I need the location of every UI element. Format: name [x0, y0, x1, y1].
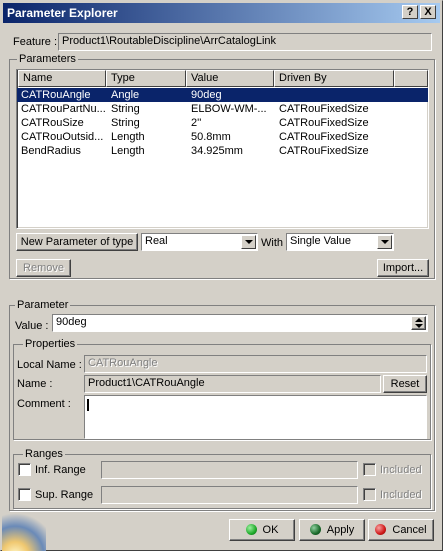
properties-group-title: Properties: [23, 338, 78, 350]
ok-button[interactable]: OK: [229, 519, 295, 541]
table-row[interactable]: CATRouOutsid... Length 50.8mm CATRouFixe…: [17, 130, 428, 144]
close-button[interactable]: X: [420, 5, 436, 19]
chevron-down-icon[interactable]: [377, 235, 392, 249]
inf-range-field: [101, 461, 358, 479]
apply-button[interactable]: Apply: [299, 519, 365, 541]
ok-icon: [245, 524, 257, 535]
cancel-button[interactable]: Cancel: [368, 519, 434, 541]
cell-type: Angle: [111, 89, 140, 101]
parameter-explorer-window: Parameter Explorer ? X Feature : Product…: [0, 0, 443, 551]
reset-button[interactable]: Reset: [383, 375, 427, 393]
window-title: Parameter Explorer: [7, 6, 118, 20]
table-row[interactable]: BendRadius Length 34.925mm CATRouFixedSi…: [17, 144, 428, 158]
cell-value: ELBOW-WM-...: [191, 103, 267, 115]
inf-included-checkbox[interactable]: [363, 463, 376, 476]
cell-name: CATRouOutsid...: [21, 131, 104, 143]
feature-label: Feature :: [13, 36, 58, 48]
sup-included-checkbox[interactable]: [363, 488, 376, 501]
column-header-name[interactable]: Name: [18, 70, 106, 87]
cell-value: 2'': [191, 117, 202, 129]
comment-label: Comment :: [17, 398, 71, 410]
cell-type: Length: [111, 145, 145, 157]
cell-name: CATRouPartNu...: [21, 103, 105, 115]
import-button[interactable]: Import...: [377, 259, 429, 277]
cell-name: CATRouAngle: [21, 89, 91, 101]
cell-value: 90deg: [191, 89, 222, 101]
local-name-label: Local Name :: [17, 359, 82, 371]
column-header-value[interactable]: Value: [186, 70, 274, 87]
parameter-type-value: Real: [145, 235, 168, 247]
cell-name: CATRouSize: [21, 117, 84, 129]
inf-range-checkbox[interactable]: [18, 463, 31, 476]
new-parameter-button[interactable]: New Parameter of type: [16, 233, 138, 251]
cell-value: 50.8mm: [191, 131, 231, 143]
cell-driven-by: CATRouFixedSize: [279, 103, 369, 115]
title-bar: Parameter Explorer ? X: [3, 3, 440, 23]
cell-type: String: [111, 117, 140, 129]
value-input[interactable]: 90deg: [52, 314, 428, 332]
help-button[interactable]: ?: [402, 5, 418, 19]
cancel-icon: [375, 524, 387, 535]
cell-driven-by: CATRouFixedSize: [279, 117, 369, 129]
value-kind-select[interactable]: Single Value: [286, 233, 394, 251]
value-kind-value: Single Value: [290, 235, 351, 247]
table-row[interactable]: CATRouAngle Angle 90deg: [17, 88, 428, 102]
cell-type: Length: [111, 131, 145, 143]
with-label: With: [261, 237, 283, 249]
parameter-type-select[interactable]: Real: [141, 233, 258, 251]
value-spinner[interactable]: [411, 316, 426, 330]
value-label: Value :: [15, 320, 49, 332]
inf-included-label: Included: [380, 464, 422, 476]
parameters-list[interactable]: Name Type Value Driven By CATRouAngle An…: [16, 69, 429, 229]
column-header-filler: [394, 70, 428, 87]
spin-down-icon[interactable]: [415, 324, 423, 328]
cell-name: BendRadius: [21, 145, 81, 157]
inf-range-label: Inf. Range: [35, 464, 86, 476]
app-logo-corner: [2, 513, 46, 551]
sup-range-label: Sup. Range: [35, 489, 94, 501]
cancel-label: Cancel: [392, 524, 427, 536]
remove-button[interactable]: Remove: [16, 259, 71, 277]
sup-range-checkbox[interactable]: [18, 488, 31, 501]
cell-driven-by: CATRouFixedSize: [279, 131, 369, 143]
chevron-down-icon[interactable]: [241, 235, 256, 249]
cell-type: String: [111, 103, 140, 115]
local-name-field: CATRouAngle: [84, 355, 427, 373]
text-cursor: [87, 399, 89, 411]
parameter-group-title: Parameter: [15, 299, 71, 311]
comment-textarea[interactable]: [84, 395, 427, 439]
ok-label: OK: [262, 524, 279, 536]
ranges-group-title: Ranges: [23, 448, 65, 460]
parameters-group-title: Parameters: [17, 53, 78, 65]
cell-value: 34.925mm: [191, 145, 243, 157]
column-header-type[interactable]: Type: [106, 70, 186, 87]
sup-range-field: [101, 486, 358, 504]
name-field: Product1\CATRouAngle: [84, 375, 381, 393]
cell-driven-by: CATRouFixedSize: [279, 145, 369, 157]
name-label: Name :: [17, 378, 53, 390]
feature-field: Product1\RoutableDiscipline\ArrCatalogLi…: [58, 33, 432, 51]
apply-icon: [309, 524, 321, 535]
table-row[interactable]: CATRouPartNu... String ELBOW-WM-... CATR…: [17, 102, 428, 116]
spin-up-icon[interactable]: [415, 318, 423, 322]
table-row[interactable]: CATRouSize String 2'' CATRouFixedSize: [17, 116, 428, 130]
value-input-text: 90deg: [56, 316, 87, 328]
sup-included-label: Included: [380, 489, 422, 501]
column-header-driven-by[interactable]: Driven By: [274, 70, 394, 87]
apply-label: Apply: [326, 524, 355, 536]
